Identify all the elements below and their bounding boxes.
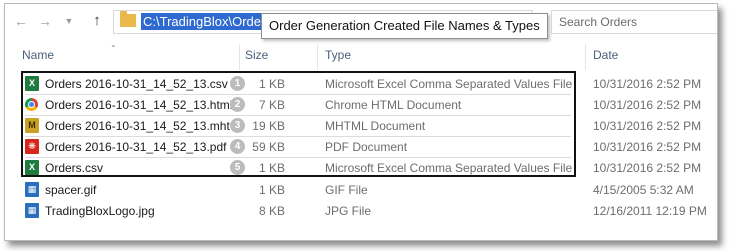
excel-csv-icon: X <box>25 160 39 175</box>
file-date: 10/31/2016 2:52 PM <box>593 140 702 154</box>
file-size: 8 KB <box>258 204 285 218</box>
file-date: 10/31/2016 2:52 PM <box>593 119 702 133</box>
file-row[interactable]: M Orders 2016-10-31_14_52_13.mht 3 19 KB… <box>5 115 717 136</box>
up-arrow-icon[interactable]: ↑ <box>89 13 105 29</box>
file-row[interactable]: X Orders.csv 5 1 KB Microsoft Excel Comm… <box>5 157 717 178</box>
column-header-name[interactable]: Name <box>22 48 54 62</box>
column-header-type[interactable]: Type <box>325 48 351 62</box>
file-name: Orders.csv <box>45 161 104 175</box>
file-type: Chrome HTML Document <box>325 98 462 112</box>
address-path[interactable]: C:\TradingBlox\Orders <box>141 13 274 30</box>
back-arrow-icon[interactable]: ← <box>13 13 29 29</box>
number-badge: 4 <box>230 139 245 154</box>
file-name: Orders 2016-10-31_14_52_13.csv <box>45 77 228 91</box>
column-header-size[interactable]: Size <box>245 48 268 62</box>
file-date: 4/15/2005 5:32 AM <box>593 183 694 197</box>
file-row[interactable]: ▦ TradingBloxLogo.jpg 8 KB JPG File 12/1… <box>5 200 717 221</box>
file-date: 10/31/2016 2:52 PM <box>593 98 702 112</box>
column-divider[interactable] <box>585 44 586 70</box>
file-date: 10/31/2016 2:52 PM <box>593 161 702 175</box>
file-type: Microsoft Excel Comma Separated Values F… <box>325 77 573 91</box>
file-row[interactable]: X Orders 2016-10-31_14_52_13.csv 1 1 KB … <box>5 73 717 94</box>
file-row[interactable]: ▦ spacer.gif 1 KB GIF File 4/15/2005 5:3… <box>5 179 717 200</box>
file-type: GIF File <box>325 183 368 197</box>
file-name: TradingBloxLogo.jpg <box>45 204 155 218</box>
file-name: Orders 2016-10-31_14_52_13.mht <box>45 119 230 133</box>
sort-caret-icon: ⌃ <box>110 44 117 53</box>
column-divider[interactable] <box>317 44 318 70</box>
file-name: Orders 2016-10-31_14_52_13.html <box>45 98 233 112</box>
file-row[interactable]: Orders 2016-10-31_14_52_13.html 2 7 KB C… <box>5 94 717 115</box>
annotation-callout: Order Generation Created File Names & Ty… <box>261 13 548 39</box>
recent-locations-chevron-icon[interactable]: ▼ <box>61 13 77 29</box>
chrome-html-icon <box>25 98 38 111</box>
mhtml-icon: M <box>25 118 39 133</box>
file-size: 7 KB <box>258 98 285 112</box>
file-date: 10/31/2016 2:52 PM <box>593 77 702 91</box>
number-badge: 3 <box>230 118 245 133</box>
file-size: 19 KB <box>252 119 285 133</box>
file-size: 59 KB <box>252 140 285 154</box>
forward-arrow-icon[interactable]: → <box>37 13 53 29</box>
file-type: Microsoft Excel Comma Separated Values F… <box>325 161 573 175</box>
number-badge: 5 <box>230 160 245 175</box>
file-name: Orders 2016-10-31_14_52_13.pdf <box>45 140 227 154</box>
gif-image-icon: ▦ <box>25 182 39 197</box>
file-row[interactable]: ❋ Orders 2016-10-31_14_52_13.pdf 4 59 KB… <box>5 136 717 157</box>
file-type: MHTML Document <box>325 119 426 133</box>
jpg-image-icon: ▦ <box>25 203 39 218</box>
number-badge: 2 <box>230 97 245 112</box>
column-header-date[interactable]: Date <box>593 48 618 62</box>
file-type: PDF Document <box>325 140 408 154</box>
excel-csv-icon: X <box>25 76 39 91</box>
search-input[interactable]: Search Orders <box>551 10 717 34</box>
number-badge: 1 <box>230 76 245 91</box>
file-size: 1 KB <box>258 77 285 91</box>
folder-icon <box>120 11 136 27</box>
column-header-row: ⌃ Name Size Type Date <box>5 44 717 70</box>
file-date: 12/16/2011 12:19 PM <box>593 204 707 218</box>
file-size: 1 KB <box>258 161 285 175</box>
address-bar-row: ← → ▼ ↑ C:\TradingBlox\Orders ↻ Order Ge… <box>5 4 717 39</box>
file-type: JPG File <box>325 204 372 218</box>
file-name: spacer.gif <box>45 183 97 197</box>
column-divider[interactable] <box>239 44 240 70</box>
file-size: 1 KB <box>258 183 285 197</box>
file-explorer-window: ← → ▼ ↑ C:\TradingBlox\Orders ↻ Order Ge… <box>4 3 718 241</box>
pdf-icon: ❋ <box>25 139 39 154</box>
search-placeholder: Search Orders <box>559 15 638 29</box>
